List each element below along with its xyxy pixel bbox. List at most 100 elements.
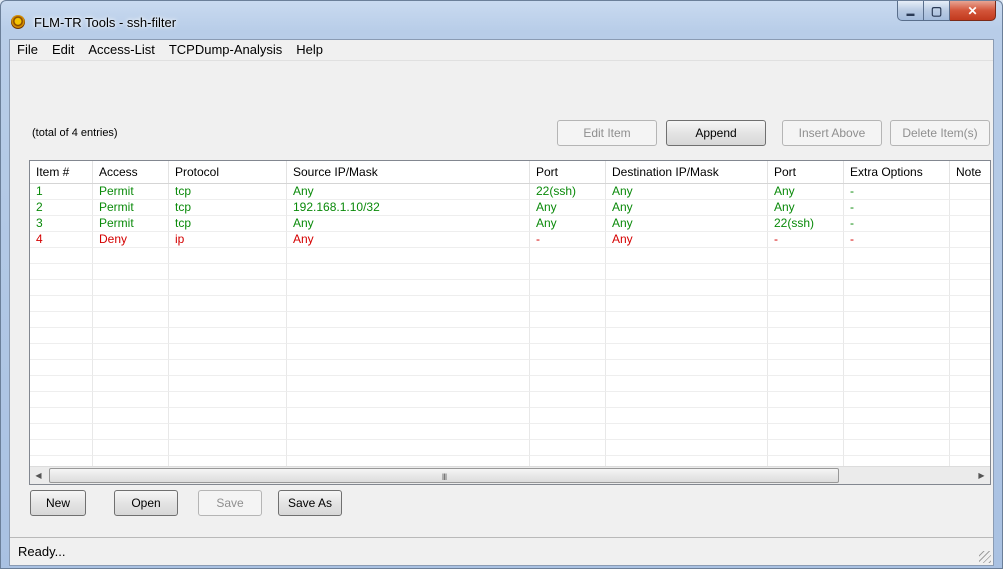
- open-button[interactable]: Open: [114, 490, 178, 516]
- table-row[interactable]: [30, 424, 990, 440]
- cell-access: [93, 408, 169, 424]
- cell-source: [287, 264, 530, 280]
- append-button[interactable]: Append: [666, 120, 766, 146]
- cell-source: Any: [287, 216, 530, 232]
- table-row[interactable]: [30, 392, 990, 408]
- menu-help[interactable]: Help: [289, 40, 330, 60]
- table-row[interactable]: 1 Permit tcp Any 22(ssh) Any Any -: [30, 184, 990, 200]
- scroll-left-icon[interactable]: ◀: [30, 467, 47, 484]
- cell-extra-options: -: [844, 184, 950, 200]
- cell-note: [950, 296, 990, 312]
- cell-source-port: [530, 360, 606, 376]
- table-row[interactable]: [30, 376, 990, 392]
- table-row[interactable]: 2 Permit tcp 192.168.1.10/32 Any Any Any -: [30, 200, 990, 216]
- cell-destination: [606, 392, 768, 408]
- new-button[interactable]: New: [30, 490, 86, 516]
- resize-grip-icon[interactable]: [979, 551, 991, 563]
- cell-note: [950, 392, 990, 408]
- cell-extra-options: [844, 376, 950, 392]
- cell-protocol: [169, 264, 287, 280]
- column-header-source-port[interactable]: Port: [530, 161, 606, 183]
- cell-access: [93, 440, 169, 456]
- column-header-destination-port[interactable]: Port: [768, 161, 844, 183]
- app-window: FLM-TR Tools - ssh-filter ▬ ▢ ✕ File Edi…: [0, 0, 1003, 569]
- edit-item-button[interactable]: Edit Item: [557, 120, 657, 146]
- cell-note: [950, 184, 990, 200]
- title-bar[interactable]: FLM-TR Tools - ssh-filter ▬ ▢ ✕: [1, 1, 1002, 39]
- table-row[interactable]: [30, 408, 990, 424]
- cell-note: [950, 248, 990, 264]
- column-header-access[interactable]: Access: [93, 161, 169, 183]
- table-row[interactable]: [30, 360, 990, 376]
- menu-access-list[interactable]: Access-List: [81, 40, 161, 60]
- cell-source: [287, 248, 530, 264]
- cell-source-port: [530, 264, 606, 280]
- cell-access: Permit: [93, 200, 169, 216]
- menu-bar: File Edit Access-List TCPDump-Analysis H…: [10, 40, 993, 61]
- table-row[interactable]: [30, 344, 990, 360]
- scroll-right-icon[interactable]: ▶: [973, 467, 990, 484]
- access-list-table[interactable]: Item # Access Protocol Source IP/Mask Po…: [29, 160, 991, 485]
- cell-destination-port: [768, 408, 844, 424]
- cell-source-port: [530, 248, 606, 264]
- cell-extra-options: -: [844, 216, 950, 232]
- menu-file[interactable]: File: [10, 40, 45, 60]
- cell-protocol: [169, 424, 287, 440]
- cell-extra-options: -: [844, 200, 950, 216]
- cell-protocol: tcp: [169, 216, 287, 232]
- table-row[interactable]: 4 Deny ip Any - Any - -: [30, 232, 990, 248]
- column-header-protocol[interactable]: Protocol: [169, 161, 287, 183]
- cell-protocol: ip: [169, 232, 287, 248]
- save-button[interactable]: Save: [198, 490, 262, 516]
- cell-destination-port: [768, 312, 844, 328]
- delete-items-button[interactable]: Delete Item(s): [890, 120, 990, 146]
- cell-destination-port: Any: [768, 200, 844, 216]
- table-row[interactable]: [30, 248, 990, 264]
- table-header: Item # Access Protocol Source IP/Mask Po…: [30, 161, 990, 184]
- cell-extra-options: [844, 408, 950, 424]
- cell-destination-port: [768, 376, 844, 392]
- cell-item: 4: [30, 232, 93, 248]
- table-row[interactable]: [30, 328, 990, 344]
- cell-source-port: Any: [530, 200, 606, 216]
- cell-protocol: [169, 328, 287, 344]
- column-header-item[interactable]: Item #: [30, 161, 93, 183]
- column-header-note[interactable]: Note: [950, 161, 990, 183]
- cell-note: [950, 280, 990, 296]
- cell-item: [30, 264, 93, 280]
- cell-note: [950, 376, 990, 392]
- cell-note: [950, 360, 990, 376]
- scrollbar-thumb[interactable]: III: [49, 468, 839, 483]
- table-row[interactable]: [30, 280, 990, 296]
- maximize-button[interactable]: ▢: [924, 1, 950, 21]
- table-row[interactable]: 3 Permit tcp Any Any Any 22(ssh) -: [30, 216, 990, 232]
- column-header-source[interactable]: Source IP/Mask: [287, 161, 530, 183]
- status-bar: Ready...: [10, 537, 993, 565]
- cell-access: [93, 280, 169, 296]
- cell-destination: [606, 408, 768, 424]
- cell-protocol: [169, 312, 287, 328]
- table-row[interactable]: [30, 264, 990, 280]
- close-button[interactable]: ✕: [950, 1, 996, 21]
- column-header-extra-options[interactable]: Extra Options: [844, 161, 950, 183]
- cell-extra-options: [844, 440, 950, 456]
- cell-protocol: [169, 440, 287, 456]
- menu-tcpdump-analysis[interactable]: TCPDump-Analysis: [162, 40, 289, 60]
- insert-above-button[interactable]: Insert Above: [782, 120, 882, 146]
- table-body: 1 Permit tcp Any 22(ssh) Any Any -2 Permit tcp 192…: [30, 184, 990, 484]
- cell-source: [287, 424, 530, 440]
- cell-extra-options: [844, 344, 950, 360]
- column-header-destination[interactable]: Destination IP/Mask: [606, 161, 768, 183]
- cell-extra-options: [844, 424, 950, 440]
- table-row[interactable]: [30, 440, 990, 456]
- cell-source: [287, 360, 530, 376]
- menu-edit[interactable]: Edit: [45, 40, 81, 60]
- table-row[interactable]: [30, 312, 990, 328]
- cell-note: [950, 232, 990, 248]
- cell-protocol: [169, 360, 287, 376]
- minimize-button[interactable]: ▬: [897, 1, 924, 21]
- save-as-button[interactable]: Save As: [278, 490, 342, 516]
- horizontal-scrollbar[interactable]: ◀ III ▶: [30, 466, 990, 484]
- table-row[interactable]: [30, 296, 990, 312]
- app-icon[interactable]: [11, 15, 25, 29]
